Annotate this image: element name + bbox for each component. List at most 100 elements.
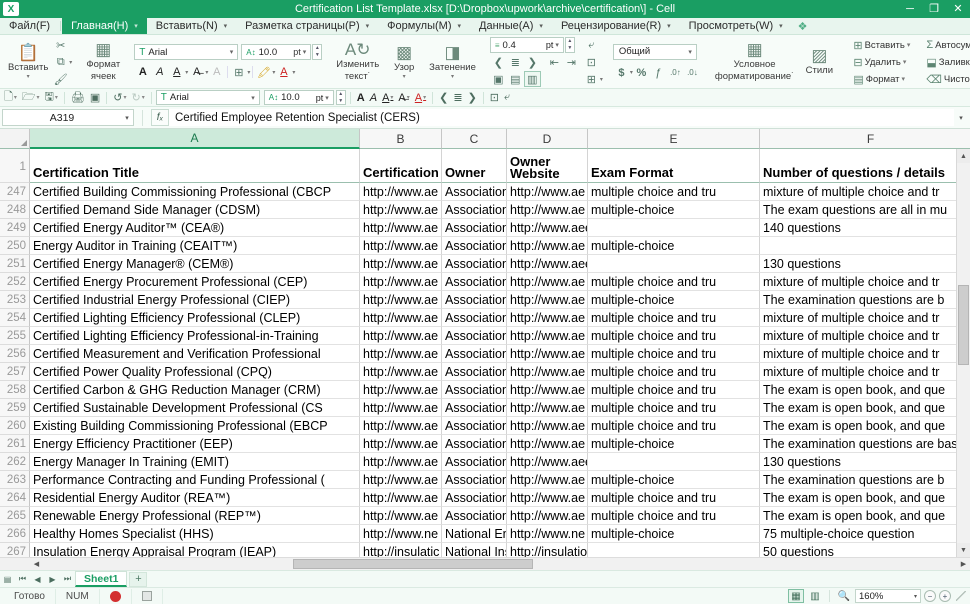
- clear-button[interactable]: ⌫ Чистое ▾: [923, 71, 970, 87]
- add-sheet-button[interactable]: +: [129, 571, 148, 587]
- print-preview-button[interactable]: ▣: [88, 90, 102, 106]
- table-cell-b[interactable]: http://www.ae: [360, 273, 442, 291]
- tab-data[interactable]: Данные(A) ▾: [470, 18, 552, 34]
- table-row[interactable]: Renewable Energy Professional (REP™) http…: [30, 507, 956, 525]
- toolbar-underline-button[interactable]: A ▾: [380, 90, 395, 106]
- table-cell-a[interactable]: Certified Industrial Energy Professional…: [30, 291, 360, 309]
- table-cell-a[interactable]: Certified Energy Manager® (CEM®): [30, 255, 360, 273]
- table-cell-f[interactable]: 50 questions: [760, 543, 956, 557]
- row-header[interactable]: 253: [0, 291, 30, 309]
- row-header[interactable]: 252: [0, 273, 30, 291]
- toolbar-font-size-combo[interactable]: A↕ 10.0 pt ▾: [263, 90, 334, 105]
- italic-button[interactable]: A: [151, 64, 168, 80]
- table-cell-e[interactable]: multiple choice and tru: [588, 507, 760, 525]
- close-button[interactable]: ✕: [946, 0, 970, 18]
- table-cell-e[interactable]: multiple choice and tru: [588, 363, 760, 381]
- table-cell-a[interactable]: Insulation Energy Appraisal Program (IEA…: [30, 543, 360, 557]
- formula-input[interactable]: Certified Employee Retention Specialist …: [169, 109, 954, 126]
- table-cell-d[interactable]: http://www.ne: [507, 525, 588, 543]
- table-cell-d[interactable]: http://www.ae: [507, 435, 588, 453]
- maximize-button[interactable]: ❐: [922, 0, 946, 18]
- row-header[interactable]: 260: [0, 417, 30, 435]
- table-cell-f[interactable]: The examination questions are b: [760, 471, 956, 489]
- status-stop-indicator[interactable]: [132, 588, 163, 604]
- fill-color-button[interactable]: 🖍: [255, 64, 272, 80]
- table-row[interactable]: Healthy Homes Specialist (HHS) http://www…: [30, 525, 956, 543]
- row-header[interactable]: 255: [0, 327, 30, 345]
- row-header[interactable]: 251: [0, 255, 30, 273]
- table-cell-f[interactable]: mixture of multiple choice and tr: [760, 183, 956, 201]
- table-cell-e[interactable]: multiple choice and tru: [588, 309, 760, 327]
- table-row[interactable]: Certified Lighting Efficiency Profession…: [30, 327, 956, 345]
- row-header[interactable]: 265: [0, 507, 30, 525]
- table-cell-f[interactable]: mixture of multiple choice and tr: [760, 327, 956, 345]
- toolbar-font-name-combo[interactable]: T Arial ▾: [155, 90, 260, 105]
- toolbar-font-size-stepper[interactable]: ▲ ▼: [335, 90, 346, 105]
- row-header[interactable]: 266: [0, 525, 30, 543]
- table-cell-f[interactable]: [760, 237, 956, 255]
- table-cell-b[interactable]: http://www.ae: [360, 453, 442, 471]
- table-cell-d[interactable]: http://www.ae: [507, 507, 588, 525]
- table-cell-a[interactable]: Certified Measurement and Verification P…: [30, 345, 360, 363]
- table-cell-b[interactable]: http://www.ae: [360, 507, 442, 525]
- table-cell-e[interactable]: multiple choice and tru: [588, 399, 760, 417]
- name-box[interactable]: A319 ▾: [2, 109, 134, 126]
- vertical-scroll-thumb[interactable]: [958, 285, 969, 365]
- table-cell-d[interactable]: http://www.ae: [507, 273, 588, 291]
- status-record-indicator[interactable]: [100, 588, 132, 604]
- table-cell-d[interactable]: http://www.ae: [507, 399, 588, 417]
- table-cell-f[interactable]: 140 questions: [760, 219, 956, 237]
- toolbar-align-right-button[interactable]: ❯: [466, 90, 479, 106]
- delete-cells-button[interactable]: ⊟ Удалить ▾: [850, 54, 909, 70]
- row-header[interactable]: 256: [0, 345, 30, 363]
- table-row[interactable]: Certified Demand Side Manager (CDSM) http…: [30, 201, 956, 219]
- select-all-corner[interactable]: [0, 129, 30, 149]
- table-cell-b[interactable]: http://www.ae: [360, 345, 442, 363]
- table-cell-b[interactable]: http://www.ae: [360, 435, 442, 453]
- table-cell-d[interactable]: http://www.ae: [507, 309, 588, 327]
- table-row[interactable]: Certified Measurement and Verification P…: [30, 345, 956, 363]
- table-cell-c[interactable]: Association: [442, 183, 507, 201]
- align-bottom-button[interactable]: ▥: [523, 71, 541, 87]
- table-cell-d[interactable]: http://www.ae: [507, 417, 588, 435]
- table-cell-f[interactable]: The examination questions are b: [760, 291, 956, 309]
- increase-indent-button[interactable]: ⇥: [563, 54, 580, 70]
- table-row[interactable]: Energy Auditor in Training (CEAIT™) http:…: [30, 237, 956, 255]
- borders-button[interactable]: ⊞: [230, 64, 247, 80]
- table-cell-f[interactable]: mixture of multiple choice and tr: [760, 273, 956, 291]
- autosum-button[interactable]: Σ Автосумма ▾: [923, 37, 970, 53]
- table-cell-d[interactable]: http://www.ae: [507, 291, 588, 309]
- cut-button[interactable]: ✂: [52, 37, 69, 53]
- table-cell-b[interactable]: http://www.ae: [360, 219, 442, 237]
- table-cell-c[interactable]: National En: [442, 525, 507, 543]
- table-cell-a[interactable]: Healthy Homes Specialist (HHS): [30, 525, 360, 543]
- row-header-1[interactable]: 1: [0, 149, 30, 183]
- table-row[interactable]: Certified Energy Procurement Professiona…: [30, 273, 956, 291]
- row-header[interactable]: 257: [0, 363, 30, 381]
- table-cell-f[interactable]: 75 multiple-choice question: [760, 525, 956, 543]
- table-row[interactable]: Certified Energy Manager® (CEM®) http://w…: [30, 255, 956, 273]
- font-name-combo[interactable]: T Arial ▾: [134, 44, 239, 60]
- new-file-button[interactable]: 🗋 ▾: [2, 90, 19, 106]
- table-cell-b[interactable]: http://www.ae: [360, 417, 442, 435]
- tab-file[interactable]: Файл(F): [0, 18, 59, 34]
- number-format-combo[interactable]: Общий ▾: [612, 43, 697, 60]
- table-cell-f[interactable]: The exam is open book, and que: [760, 399, 956, 417]
- table-cell-f[interactable]: mixture of multiple choice and tr: [760, 363, 956, 381]
- table-cell-f[interactable]: 130 questions: [760, 255, 956, 273]
- horizontal-scroll-track[interactable]: [43, 557, 957, 570]
- table-cell-c[interactable]: Association: [442, 327, 507, 345]
- zoom-out-button[interactable]: −: [924, 590, 936, 602]
- table-row[interactable]: Certified Energy Auditor™ (CEA®) http://w…: [30, 219, 956, 237]
- table-cell-d[interactable]: http://www.aeecenter.org: [507, 219, 588, 237]
- open-file-button[interactable]: 🗁 ▾: [20, 90, 42, 106]
- table-cell-c[interactable]: National Ins: [442, 543, 507, 557]
- table-cell-b[interactable]: http://www.ae: [360, 183, 442, 201]
- tab-formulas[interactable]: Формулы(M) ▾: [378, 18, 470, 34]
- decrease-decimal-button[interactable]: .0↓: [684, 65, 701, 81]
- align-right-button[interactable]: ❯: [524, 54, 541, 70]
- table-row[interactable]: Insulation Energy Appraisal Program (IEA…: [30, 543, 956, 557]
- zoom-combo[interactable]: 160% ▾: [855, 589, 921, 603]
- font-effects-button[interactable]: A: [208, 64, 225, 80]
- undo-button[interactable]: ↺ ▾: [111, 90, 128, 106]
